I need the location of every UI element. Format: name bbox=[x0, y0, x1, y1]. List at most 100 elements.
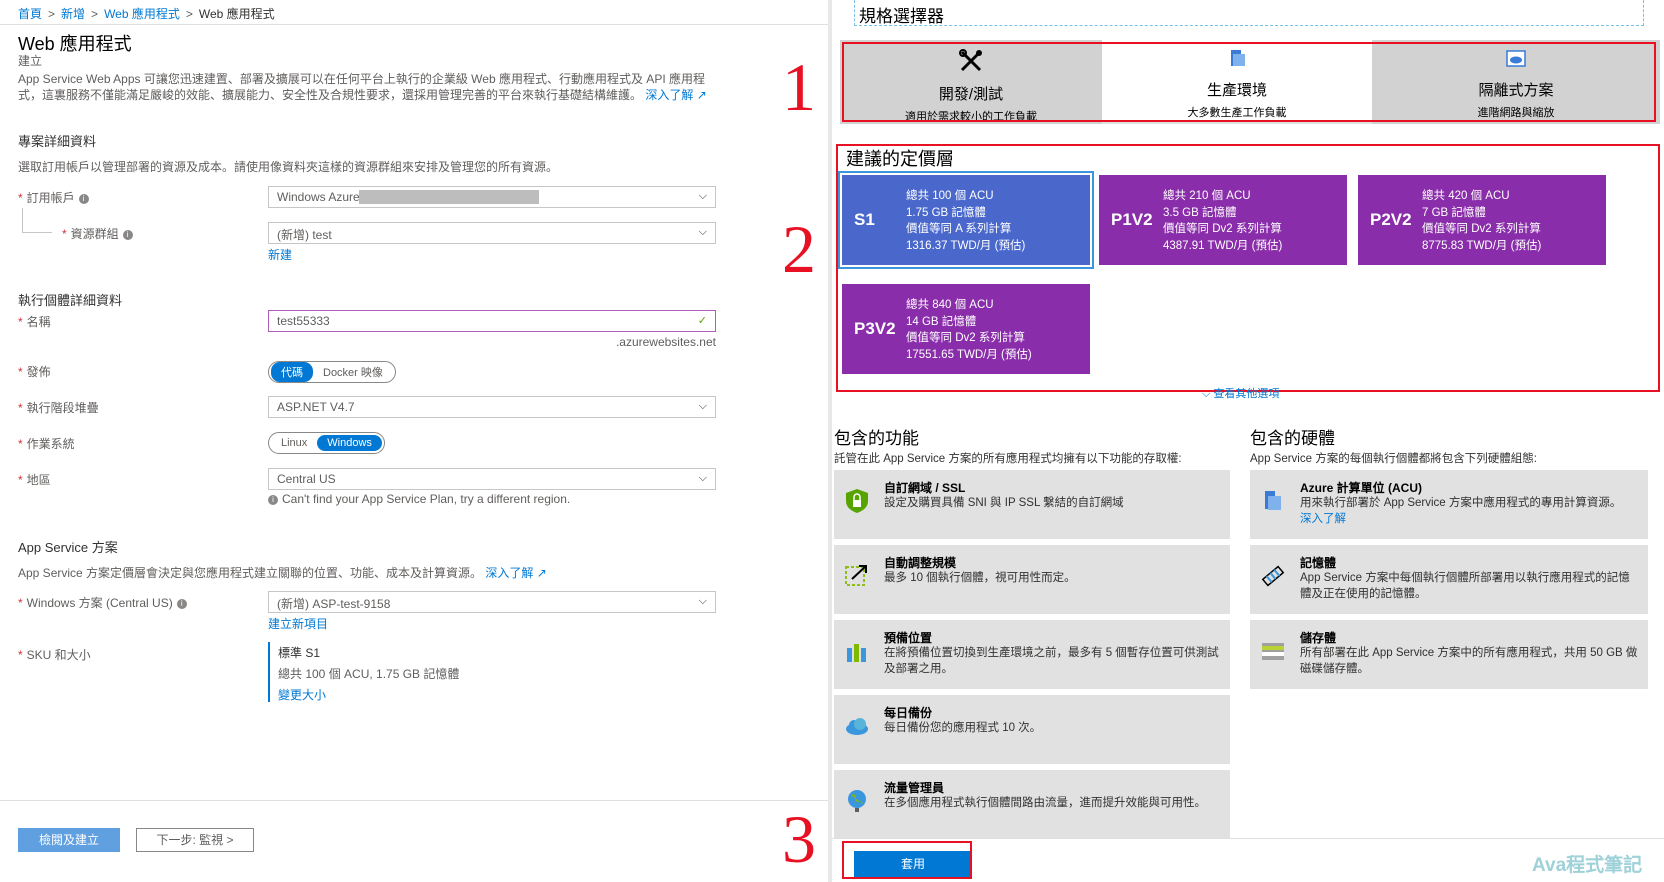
redacted-block bbox=[359, 190, 539, 204]
staging-slots-icon bbox=[847, 644, 866, 662]
page-description: App Service Web Apps 可讓您迅速建置、部署及擴展可以在任何平… bbox=[18, 71, 718, 103]
chevron-down-icon: ⌵ bbox=[698, 226, 707, 238]
feature-title: 每日備份 bbox=[884, 706, 933, 720]
breadcrumb-web-app[interactable]: Web 應用程式 bbox=[104, 7, 180, 21]
page-subtitle: 建立 bbox=[18, 54, 43, 68]
feature-desc: 每日備份您的應用程式 10 次。 bbox=[884, 722, 1042, 734]
next-monitoring-button[interactable]: 下一步: 監視 > bbox=[136, 828, 254, 852]
feature-desc: 在將預備位置切換到生產環境之前，最多有 5 個暫存位置可供測試及部署之用。 bbox=[884, 647, 1219, 675]
footer-divider bbox=[0, 800, 828, 801]
external-link-icon: ↗ bbox=[536, 566, 547, 580]
tier-spec: 總共 840 個 ACU 14 GB 記憶體 價值等同 Dv2 系列計算 175… bbox=[906, 297, 1032, 363]
tier-spec-line: 價值等同 Dv2 系列計算 bbox=[1163, 223, 1282, 235]
storage-icon bbox=[1262, 643, 1284, 660]
os-toggle[interactable]: Linux Windows bbox=[268, 432, 385, 454]
hardware-title: Azure 計算單位 (ACU) bbox=[1300, 481, 1422, 495]
chevron-down-icon: ⌵ bbox=[698, 400, 707, 412]
windows-plan-select[interactable]: (新增) ASP-test-9158 ⌵ bbox=[268, 591, 716, 613]
annotation-number-1: 1 bbox=[782, 49, 816, 125]
instance-details-heading: 執行個體詳細資料 bbox=[18, 293, 123, 308]
domain-suffix: .azurewebsites.net bbox=[615, 335, 716, 349]
description-text: App Service Web Apps 可讓您迅速建置、部署及擴展可以在任何平… bbox=[18, 72, 705, 102]
spec-picker-title: 規格選擇器 bbox=[854, 0, 1644, 26]
features-heading: 包含的功能 bbox=[834, 429, 919, 448]
publish-option-docker[interactable]: Docker 映像 bbox=[313, 362, 393, 382]
tier-spec-line: 價值等同 Dv2 系列計算 bbox=[1422, 223, 1541, 235]
hardware-desc: App Service 方案中每個執行個體所部署用以執行應用程式的記憶體及正在使… bbox=[1300, 572, 1630, 600]
hardware-desc: 所有部署在此 App Service 方案中的所有應用程式，共用 50 GB 做… bbox=[1300, 647, 1638, 675]
feature-daily-backup: 每日備份 每日備份您的應用程式 10 次。 bbox=[834, 695, 1230, 764]
review-create-button[interactable]: 檢閱及建立 bbox=[18, 828, 120, 852]
tier-spec-line: 17551.65 TWD/月 (預估) bbox=[906, 348, 1032, 361]
info-icon[interactable]: i bbox=[176, 598, 187, 609]
watermark: Ava程式筆記 bbox=[1532, 855, 1643, 876]
create-new-resource-group-link[interactable]: 新建 bbox=[268, 246, 292, 263]
feature-autoscale: 自動調整規模 最多 10 個執行個體，視可用性而定。 bbox=[834, 545, 1230, 614]
chevron-down-icon: ⌵ bbox=[698, 595, 707, 607]
sku-summary: 標準 S1 總共 100 個 ACU, 1.75 GB 記憶體 變更大小 bbox=[268, 642, 459, 702]
tier-tile-p3v2[interactable]: P3V2 總共 840 個 ACU 14 GB 記憶體 價值等同 Dv2 系列計… bbox=[842, 284, 1090, 374]
features-text: 託管在此 App Service 方案的所有應用程式均擁有以下功能的存取權: bbox=[834, 453, 1182, 465]
name-input[interactable]: test55333 ✓ bbox=[268, 310, 716, 332]
info-icon[interactable]: i bbox=[78, 193, 89, 204]
see-more-label: 查看其他選項 bbox=[1213, 388, 1280, 400]
chevron-down-icon: ⌵ bbox=[698, 472, 707, 484]
os-option-linux[interactable]: Linux bbox=[271, 435, 317, 451]
plan-learn-more-link[interactable]: 深入了解 bbox=[485, 566, 533, 580]
tier-name: P1V2 bbox=[1111, 210, 1153, 229]
hardware-title: 儲存體 bbox=[1300, 631, 1337, 645]
os-option-windows[interactable]: Windows bbox=[317, 435, 382, 451]
tier-tile-p1v2[interactable]: P1V2 總共 210 個 ACU 3.5 GB 記憶體 價值等同 Dv2 系列… bbox=[1099, 175, 1347, 265]
tree-connector bbox=[22, 208, 23, 232]
resource-group-label: * 資源群組 i bbox=[62, 225, 133, 242]
region-select[interactable]: Central US ⌵ bbox=[268, 468, 716, 490]
publish-option-code[interactable]: 代碼 bbox=[271, 362, 313, 382]
create-new-plan-link[interactable]: 建立新項目 bbox=[268, 615, 328, 632]
shield-lock-icon bbox=[846, 489, 868, 513]
subscription-select[interactable]: Windows Azure ⌵ bbox=[268, 186, 716, 208]
hardware-memory: 記憶體 App Service 方案中每個執行個體所部署用以執行應用程式的記憶體… bbox=[1250, 545, 1648, 614]
feature-desc: 在多個應用程式執行個體間路由流量，進而提升效能與可用性。 bbox=[884, 797, 1206, 809]
breadcrumb-home[interactable]: 首頁 bbox=[18, 7, 42, 21]
learn-more-link[interactable]: 深入了解 bbox=[645, 88, 693, 102]
publish-toggle[interactable]: 代碼 Docker 映像 bbox=[268, 361, 396, 383]
footer-divider bbox=[832, 838, 1664, 839]
windows-plan-label: * Windows 方案 (Central US) i bbox=[18, 594, 187, 611]
hardware-desc: 用來執行部署於 App Service 方案中應用程式的專用計算資源。 深入了解 bbox=[1300, 495, 1640, 527]
tree-connector bbox=[22, 232, 52, 233]
hardware-storage: 儲存體 所有部署在此 App Service 方案中的所有應用程式，共用 50 … bbox=[1250, 620, 1648, 689]
tier-spec-line: 8775.83 TWD/月 (預估) bbox=[1422, 239, 1542, 252]
annotation-box-1 bbox=[842, 42, 1656, 122]
region-label: * 地區 bbox=[18, 473, 51, 487]
tier-spec-line: 總共 840 個 ACU bbox=[906, 299, 994, 311]
change-size-link[interactable]: 變更大小 bbox=[278, 686, 459, 703]
resource-group-select[interactable]: (新增) test ⌵ bbox=[268, 222, 716, 244]
annotation-number-2: 2 bbox=[782, 211, 816, 287]
acu-learn-more-link[interactable]: 深入了解 bbox=[1300, 511, 1640, 527]
runtime-select[interactable]: ASP.NET V4.7 ⌵ bbox=[268, 396, 716, 418]
tier-spec-line: 總共 210 個 ACU bbox=[1163, 190, 1251, 202]
info-icon[interactable]: i bbox=[122, 229, 133, 240]
see-more-options-link[interactable]: ⌵ 查看其他選項 bbox=[1202, 385, 1279, 401]
project-details-heading: 專案詳細資料 bbox=[18, 134, 97, 149]
tier-spec-line: 價值等同 Dv2 系列計算 bbox=[906, 332, 1025, 344]
tier-spec: 總共 420 個 ACU 7 GB 記憶體 價值等同 Dv2 系列計算 8775… bbox=[1422, 188, 1541, 254]
hardware-acu: Azure 計算單位 (ACU) 用來執行部署於 App Service 方案中… bbox=[1250, 470, 1648, 539]
hardware-title: 記憶體 bbox=[1300, 556, 1337, 570]
memory-icon bbox=[1261, 565, 1285, 587]
name-label: * 名稱 bbox=[18, 315, 51, 329]
publish-label: * 發佈 bbox=[18, 365, 51, 379]
region-hint: i Can't find your App Service Plan, try a… bbox=[268, 492, 570, 506]
tier-spec-line: 總共 420 個 ACU bbox=[1422, 190, 1510, 202]
annotation-box-3 bbox=[842, 841, 972, 879]
info-icon: i bbox=[268, 494, 278, 505]
breadcrumb: 首頁 > 新增 > Web 應用程式 > Web 應用程式 bbox=[18, 7, 275, 21]
tier-name: P3V2 bbox=[854, 319, 896, 338]
tier-name: P2V2 bbox=[1370, 210, 1412, 229]
runtime-label: * 執行階段堆疊 bbox=[18, 401, 99, 415]
tier-spec-line: 7 GB 記憶體 bbox=[1422, 206, 1486, 219]
tier-tile-p2v2[interactable]: P2V2 總共 420 個 ACU 7 GB 記憶體 價值等同 Dv2 系列計算… bbox=[1358, 175, 1606, 265]
subscription-label: * 訂用帳戶 i bbox=[18, 189, 89, 206]
feature-title: 預備位置 bbox=[884, 631, 933, 645]
breadcrumb-new[interactable]: 新增 bbox=[61, 7, 85, 21]
